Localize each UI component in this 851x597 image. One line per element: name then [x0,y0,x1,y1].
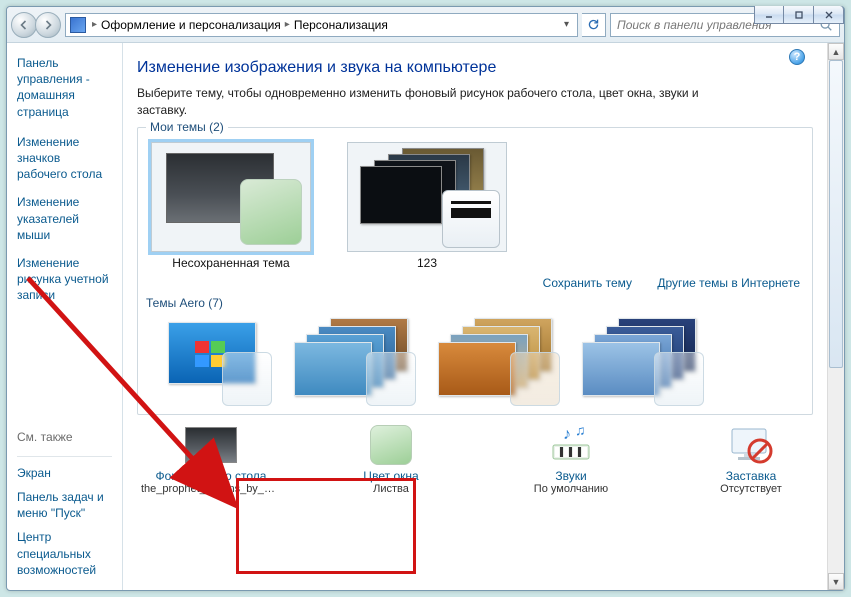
breadcrumb-2[interactable]: Персонализация [294,18,388,32]
nav-buttons [11,12,61,38]
svg-text:♪: ♪ [563,426,571,443]
help-icon[interactable]: ? [789,49,805,65]
aero-theme-1[interactable] [146,318,274,406]
sidebar-link-mouse-pointers[interactable]: Изменение указателей мыши [17,194,112,243]
sidebar: Панель управления - домашняя страница Из… [7,43,123,590]
screensaver-icon [725,425,777,465]
vertical-scrollbar[interactable]: ▲ ▼ [827,43,844,590]
sounds-icon: ♪ ♫ [545,425,597,465]
content: ? Изменение изображения и звука на компь… [123,43,827,590]
window-color-icon [365,425,417,465]
aero-theme-2[interactable] [290,318,418,406]
group-aero-label: Темы Aero (7) [146,296,223,310]
theme-123[interactable]: 123 [342,142,512,270]
setting-sounds[interactable]: ♪ ♫ Звуки По умолчанию [501,425,641,495]
scroll-track[interactable] [828,60,844,573]
theme-label: 123 [342,256,512,270]
forward-button[interactable] [35,12,61,38]
aero-theme-3[interactable] [434,318,562,406]
see-also-display[interactable]: Экран [17,465,112,481]
breadcrumb-1[interactable]: Оформление и персонализация [101,18,281,32]
scroll-thumb[interactable] [829,60,843,368]
nav-bar: ▸ Оформление и персонализация ▸ Персонал… [7,7,844,43]
aero-theme-4[interactable] [578,318,706,406]
setting-desktop-background[interactable]: Фон рабочего стола the_prophet_returns_b… [141,425,281,495]
page-title: Изменение изображения и звука на компьют… [137,59,821,77]
back-button[interactable] [11,12,37,38]
link-more-themes[interactable]: Другие темы в Интернете [657,276,800,290]
theme-unsaved[interactable]: Несохраненная тема [146,142,316,270]
main: ? Изменение изображения и звука на компь… [123,43,844,590]
aero-themes [146,310,804,406]
control-panel-icon [70,17,86,33]
sidebar-link-desktop-icons[interactable]: Изменение значков рабочего стола [17,134,112,183]
theme-links: Сохранить тему Другие темы в Интернете [146,270,804,292]
page-subtitle: Выберите тему, чтобы одновременно измени… [137,85,717,119]
refresh-button[interactable] [582,13,606,37]
group-my-themes: Мои темы (2) Несохраненная тема [137,127,813,415]
svg-text:♫: ♫ [575,423,586,438]
address-bar[interactable]: ▸ Оформление и персонализация ▸ Персонал… [65,13,578,37]
search-placeholder: Поиск в панели управления [617,18,772,32]
close-button[interactable] [814,6,844,24]
see-also-ease-of-access[interactable]: Центр специальных возможностей [17,529,112,578]
minimize-button[interactable] [754,6,784,24]
desktop-background-icon [185,425,237,465]
group-my-themes-label: Мои темы (2) [146,120,228,134]
sidebar-link-account-picture[interactable]: Изменение рисунка учетной записи [17,255,112,304]
body: Панель управления - домашняя страница Из… [7,43,844,590]
theme-preview [151,142,311,252]
sidebar-home[interactable]: Панель управления - домашняя страница [17,55,112,120]
setting-screensaver[interactable]: Заставка Отсутствует [681,425,821,495]
see-also-taskbar[interactable]: Панель задач и меню "Пуск" [17,489,112,521]
link-save-theme[interactable]: Сохранить тему [543,276,632,290]
theme-preview [347,142,507,252]
see-also-header: См. также [17,430,112,444]
theme-label: Несохраненная тема [146,256,316,270]
window: ▸ Оформление и персонализация ▸ Персонал… [6,6,845,591]
setting-window-color[interactable]: Цвет окна Листва [321,425,461,495]
scroll-up-button[interactable]: ▲ [828,43,844,60]
scroll-down-button[interactable]: ▼ [828,573,844,590]
maximize-button[interactable] [784,6,814,24]
settings-row: Фон рабочего стола the_prophet_returns_b… [137,415,821,495]
breadcrumb[interactable]: ▸ Оформление и персонализация ▸ Персонал… [92,18,388,32]
divider [17,456,112,457]
window-caption-buttons [754,6,844,24]
address-dropdown[interactable]: ▾ [560,19,573,30]
